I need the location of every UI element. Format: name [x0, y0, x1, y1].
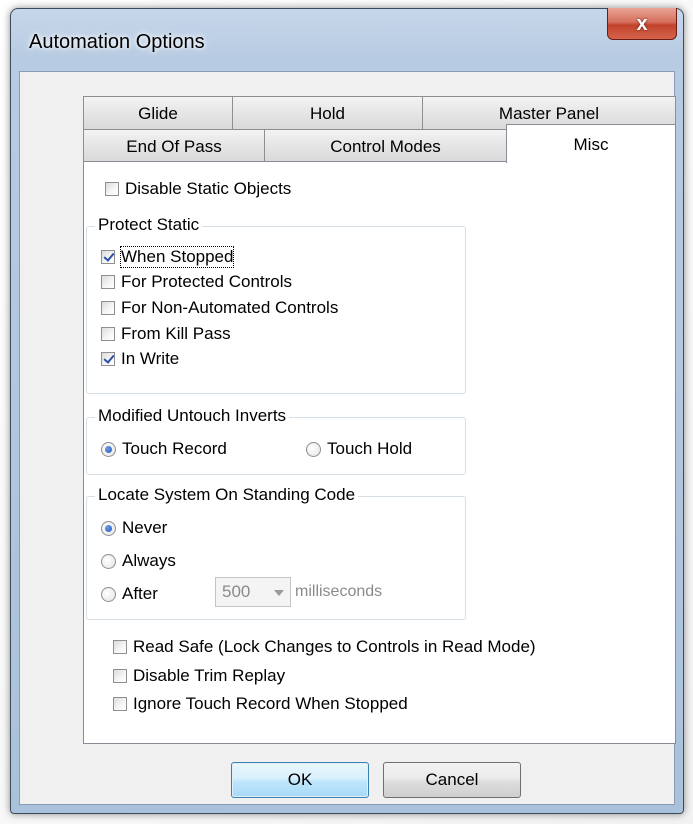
radio-circle[interactable] — [101, 586, 116, 602]
checkbox-label: Read Safe (Lock Changes to Controls in R… — [133, 637, 536, 656]
radio-circle[interactable] — [306, 441, 321, 457]
read-safe-checkbox[interactable]: Read Safe (Lock Changes to Controls in R… — [113, 637, 536, 657]
radio-circle[interactable] — [101, 520, 116, 536]
window-title: Automation Options — [29, 31, 205, 53]
cancel-button[interactable]: Cancel — [383, 762, 521, 798]
locate-system-group: Locate System On Standing Code Never Alw… — [86, 485, 466, 620]
always-radio[interactable]: Always — [101, 551, 176, 571]
tab-label: Glide — [138, 104, 178, 123]
radio-label: After — [122, 584, 158, 603]
milliseconds-label: milliseconds — [295, 583, 383, 600]
tab-label: Misc — [573, 135, 609, 154]
combobox-value: 500 — [222, 582, 251, 601]
close-icon: x — [636, 12, 648, 35]
protect-static-group: Protect Static When Stopped For Protecte… — [86, 215, 466, 394]
checkbox-label: Disable Trim Replay — [133, 666, 286, 685]
checkbox-box[interactable] — [113, 697, 127, 711]
checkbox-label: From Kill Pass — [121, 324, 231, 343]
after-radio[interactable]: After — [101, 584, 158, 604]
tab-hold[interactable]: Hold — [232, 96, 423, 130]
ok-button[interactable]: OK — [231, 762, 369, 798]
radio-label: Touch Record — [122, 439, 227, 458]
checkbox-box[interactable] — [105, 182, 119, 196]
tab-label: Hold — [310, 104, 345, 123]
tab-glide[interactable]: Glide — [83, 96, 233, 130]
checkbox-box[interactable] — [101, 275, 115, 289]
checkbox-label: For Protected Controls — [121, 272, 293, 291]
after-ms-combobox[interactable]: 500 — [215, 577, 291, 607]
dialog-window: Automation Options x Glide Hold Master P… — [10, 8, 684, 814]
ignore-touch-record-checkbox[interactable]: Ignore Touch Record When Stopped — [113, 694, 408, 714]
from-kill-pass-checkbox[interactable]: From Kill Pass — [101, 324, 231, 344]
radio-circle[interactable] — [101, 441, 116, 457]
disable-trim-replay-checkbox[interactable]: Disable Trim Replay — [113, 666, 285, 686]
checkbox-label: When Stopped — [119, 246, 235, 268]
never-radio[interactable]: Never — [101, 518, 167, 538]
dialog-client-area: Glide Hold Master Panel End Of Pass Cont… — [19, 71, 676, 805]
in-write-checkbox[interactable]: In Write — [101, 349, 179, 369]
radio-label: Touch Hold — [327, 439, 413, 458]
chevron-down-icon[interactable] — [274, 590, 284, 596]
group-title: Modified Untouch Inverts — [95, 406, 290, 426]
checkbox-box[interactable] — [113, 669, 127, 683]
tab-misc[interactable]: Misc — [506, 124, 676, 163]
tab-control-modes[interactable]: Control Modes — [264, 129, 507, 162]
title-bar[interactable]: Automation Options x — [11, 8, 683, 71]
checkbox-box[interactable] — [101, 327, 115, 341]
checkbox-label: For Non-Automated Controls — [121, 298, 339, 317]
tab-label: Control Modes — [330, 137, 441, 156]
checkbox-label: Disable Static Objects — [125, 179, 292, 198]
radio-label: Always — [122, 551, 176, 570]
for-non-automated-controls-checkbox[interactable]: For Non-Automated Controls — [101, 298, 338, 318]
checkbox-label: Ignore Touch Record When Stopped — [133, 694, 408, 713]
touch-record-radio[interactable]: Touch Record — [101, 439, 227, 459]
for-protected-controls-checkbox[interactable]: For Protected Controls — [101, 272, 292, 292]
radio-label: Never — [122, 518, 168, 537]
disable-static-objects-checkbox[interactable]: Disable Static Objects — [105, 179, 291, 199]
group-title: Locate System On Standing Code — [95, 485, 359, 505]
close-button[interactable]: x — [607, 8, 677, 40]
tab-end-of-pass[interactable]: End Of Pass — [83, 129, 265, 162]
touch-hold-radio[interactable]: Touch Hold — [306, 439, 412, 459]
tab-label: End Of Pass — [126, 137, 222, 156]
checkbox-box[interactable] — [113, 640, 127, 654]
checkbox-box[interactable] — [101, 250, 115, 264]
checkbox-box[interactable] — [101, 301, 115, 315]
checkbox-label: In Write — [121, 349, 180, 368]
misc-tab-panel: Disable Static Objects Protect Static Wh… — [83, 161, 676, 744]
group-title: Protect Static — [95, 215, 203, 235]
tab-label: Master Panel — [498, 104, 600, 123]
when-stopped-checkbox[interactable]: When Stopped — [101, 246, 235, 268]
modified-untouch-inverts-group: Modified Untouch Inverts Touch Record To… — [86, 406, 466, 475]
checkbox-box[interactable] — [101, 352, 115, 366]
radio-circle[interactable] — [101, 553, 116, 569]
